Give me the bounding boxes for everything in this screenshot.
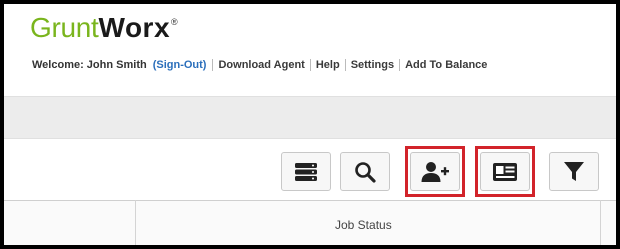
search-button[interactable]	[340, 152, 390, 191]
logo-part-worx: Worx	[98, 12, 171, 43]
settings-link[interactable]: Settings	[344, 59, 399, 71]
toolbar-band	[4, 96, 616, 139]
table-header-row	[4, 200, 616, 245]
search-icon	[354, 161, 376, 183]
contact-card-icon	[492, 162, 518, 182]
column-divider-right	[600, 200, 601, 245]
add-user-button[interactable]	[410, 152, 460, 191]
sign-out-link[interactable]: (Sign-Out)	[153, 59, 207, 71]
column-divider	[135, 200, 136, 245]
add-to-balance-link[interactable]: Add To Balance	[399, 59, 492, 71]
top-nav: Welcome: John Smith (Sign-Out) Download …	[32, 59, 492, 71]
filter-button[interactable]	[549, 152, 599, 191]
gruntworx-logo: GruntWorx®	[30, 14, 178, 42]
welcome-text: Welcome: John Smith	[32, 59, 147, 71]
logo-part-grunt: Grunt	[30, 12, 99, 43]
add-user-icon	[421, 161, 449, 183]
contact-card-button[interactable]	[480, 152, 530, 191]
help-link[interactable]: Help	[309, 59, 345, 71]
download-agent-link[interactable]: Download Agent	[212, 59, 309, 71]
list-view-button[interactable]	[281, 152, 331, 191]
list-icon	[294, 162, 318, 182]
screenshot-frame: GruntWorx® Welcome: John Smith (Sign-Out…	[0, 0, 620, 249]
registered-mark: ®	[171, 17, 178, 27]
filter-icon	[563, 161, 585, 183]
job-status-column-header[interactable]: Job Status	[335, 218, 392, 232]
